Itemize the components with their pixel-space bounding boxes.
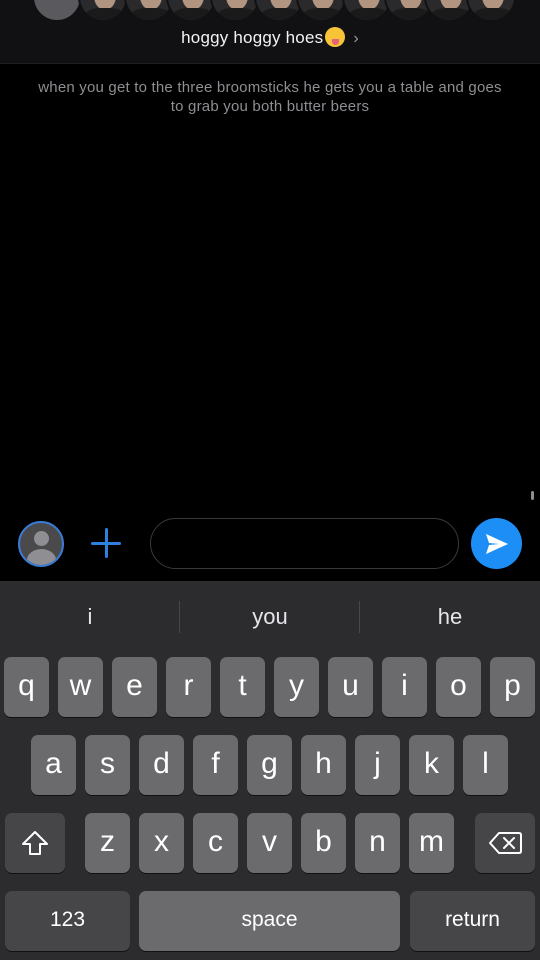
group-title[interactable]: hoggy hoggy hoes › — [0, 27, 540, 48]
space-key[interactable]: space — [139, 891, 400, 951]
key-x[interactable]: x — [139, 813, 184, 873]
send-icon — [486, 534, 508, 554]
key-n[interactable]: n — [355, 813, 400, 873]
keyboard: i you he qwertyuiopasdfghjklzxcvbnm 123 … — [0, 581, 540, 960]
key-i[interactable]: i — [382, 657, 427, 717]
scroll-indicator[interactable] — [531, 491, 534, 500]
message-composer — [0, 510, 540, 580]
key-y[interactable]: y — [274, 657, 319, 717]
key-d[interactable]: d — [139, 735, 184, 795]
member-avatar — [78, 0, 128, 22]
chevron-right-icon: › — [353, 30, 359, 47]
member-avatars-strip[interactable] — [0, 0, 540, 22]
key-t[interactable]: t — [220, 657, 265, 717]
key-j[interactable]: j — [355, 735, 400, 795]
key-g[interactable]: g — [247, 735, 292, 795]
chat-header: hoggy hoggy hoes › — [0, 0, 540, 64]
group-name: hoggy hoggy hoes — [181, 28, 324, 47]
key-z[interactable]: z — [85, 813, 130, 873]
key-k[interactable]: k — [409, 735, 454, 795]
avatar-placeholder — [32, 0, 82, 22]
key-w[interactable]: w — [58, 657, 103, 717]
return-key[interactable]: return — [410, 891, 535, 951]
plus-icon[interactable] — [89, 526, 123, 560]
chat-message: when you get to the three broomsticks he… — [38, 79, 502, 115]
key-m[interactable]: m — [409, 813, 454, 873]
key-q[interactable]: q — [4, 657, 49, 717]
suggestion-3[interactable]: he — [360, 595, 540, 639]
numbers-key[interactable]: 123 — [5, 891, 130, 951]
key-v[interactable]: v — [247, 813, 292, 873]
suggestion-1[interactable]: i — [0, 595, 180, 639]
key-u[interactable]: u — [328, 657, 373, 717]
key-p[interactable]: p — [490, 657, 535, 717]
profile-head — [34, 531, 49, 546]
send-button[interactable] — [471, 518, 522, 569]
key-o[interactable]: o — [436, 657, 481, 717]
key-l[interactable]: l — [463, 735, 508, 795]
key-a[interactable]: a — [31, 735, 76, 795]
zany-face-emoji-icon — [325, 27, 346, 47]
key-e[interactable]: e — [112, 657, 157, 717]
profile-icon[interactable] — [18, 521, 64, 567]
member-avatar — [210, 0, 260, 22]
member-avatar — [166, 0, 216, 22]
shift-icon — [22, 831, 48, 855]
key-s[interactable]: s — [85, 735, 130, 795]
key-c[interactable]: c — [193, 813, 238, 873]
message-input[interactable] — [150, 518, 459, 569]
predictive-bar: i you he — [0, 595, 540, 639]
shift-key[interactable] — [5, 813, 65, 873]
key-f[interactable]: f — [193, 735, 238, 795]
backspace-key[interactable] — [475, 813, 535, 873]
key-h[interactable]: h — [301, 735, 346, 795]
key-b[interactable]: b — [301, 813, 346, 873]
backspace-icon — [489, 832, 522, 854]
key-r[interactable]: r — [166, 657, 211, 717]
suggestion-2[interactable]: you — [180, 595, 360, 639]
member-avatar — [466, 0, 516, 22]
profile-body — [27, 549, 56, 565]
member-avatar — [296, 0, 346, 22]
